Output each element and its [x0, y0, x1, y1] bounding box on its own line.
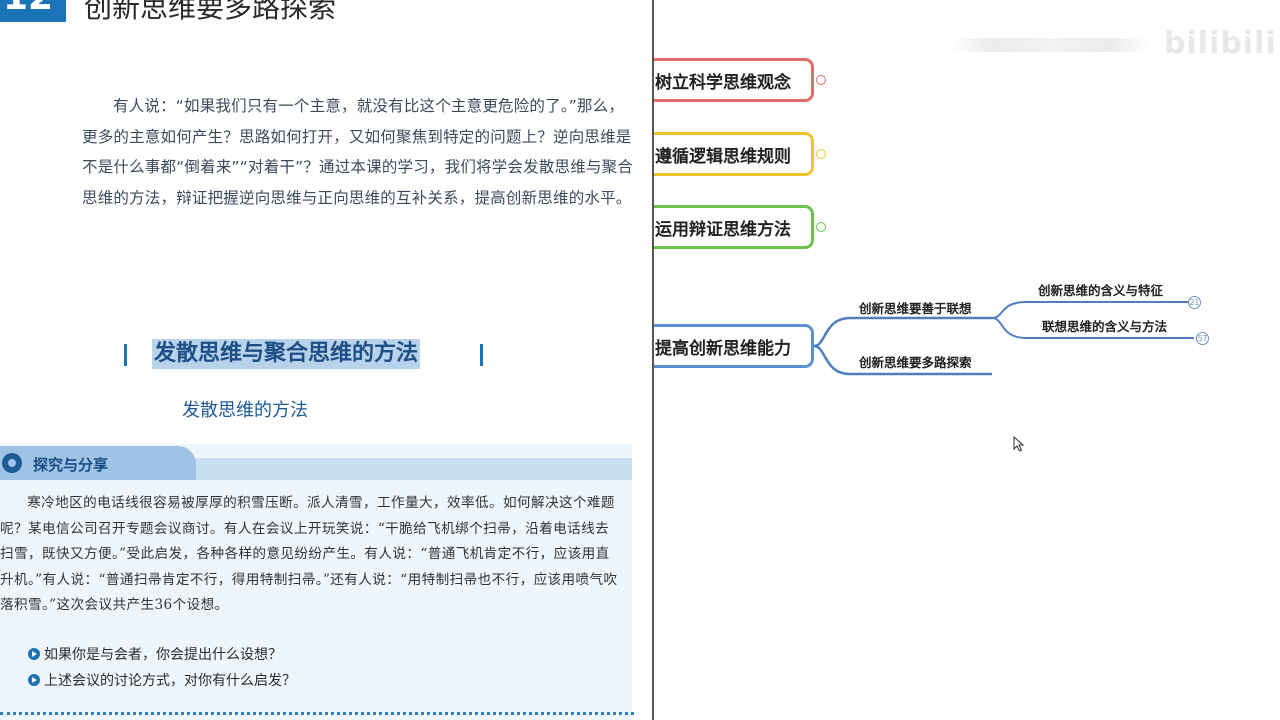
- section-bar-left: [124, 344, 127, 366]
- section-bar-right: [480, 344, 483, 366]
- lesson-number: 12: [3, 0, 53, 18]
- mindmap-canvas[interactable]: bilibili 树立科学思维观念 遵循逻辑思维规则 运用辩证思维方法 提高创新…: [654, 0, 1280, 720]
- child-count-badge[interactable]: 57: [1196, 332, 1209, 345]
- node-label: 运用辩证思维方法: [655, 219, 791, 240]
- box-body-text: 寒冷地区的电话线很容易被厚厚的积雪压断。派人清雪，工作量大，效率低。如何解决这个…: [0, 495, 618, 614]
- explore-icon: [2, 453, 22, 473]
- branch-node[interactable]: 创新思维要善于联想: [859, 298, 972, 317]
- question-text: 如果你是与会者，你会提出什么设想？: [44, 647, 282, 663]
- mindmap-node[interactable]: 运用辩证思维方法: [654, 205, 814, 249]
- node-label: 提高创新思维能力: [655, 338, 791, 359]
- box-title: 探究与分享: [33, 456, 109, 474]
- play-bullet-icon: [28, 648, 40, 660]
- mindmap-node[interactable]: 遵循逻辑思维规则: [654, 132, 814, 176]
- play-bullet-icon: [28, 674, 40, 686]
- mindmap-node[interactable]: 提高创新思维能力: [654, 324, 814, 368]
- mouse-cursor-icon: [1013, 436, 1025, 452]
- explore-share-box: 探究与分享 寒冷地区的电话线很容易被厚厚的积雪压断。派人清雪，工作量大，效率低。…: [0, 444, 632, 720]
- lesson-title: 创新思维要多路探索: [84, 0, 337, 24]
- box-bottom-divider: [0, 712, 634, 715]
- question-text: 上述会议的讨论方式，对你有什么启发？: [44, 673, 296, 689]
- node-label: 遵循逻辑思维规则: [655, 146, 791, 167]
- leaf-node[interactable]: 创新思维的含义与特征: [1038, 280, 1163, 299]
- intro-paragraph: 有人说：“如果我们只有一个主意，就没有比这个主意更危险的了。”那么，更多的主意如…: [82, 97, 634, 207]
- question-item: 如果你是与会者，你会提出什么设想？: [28, 644, 282, 664]
- section-heading-text[interactable]: 发散思维与聚合思维的方法: [152, 339, 421, 369]
- collapse-toggle-icon[interactable]: [816, 149, 826, 159]
- connector-branch-1: [813, 316, 992, 348]
- node-label: 树立科学思维观念: [655, 72, 791, 93]
- textbook-page: 12 创新思维要多路探索 有人说：“如果我们只有一个主意，就没有比这个主意更危险…: [0, 0, 652, 720]
- branch-node[interactable]: 创新思维要多路探索: [859, 352, 972, 371]
- mindmap-node[interactable]: 树立科学思维观念: [654, 58, 814, 102]
- section-heading: 发散思维与聚合思维的方法: [124, 339, 494, 371]
- box-header-tab: 探究与分享: [0, 446, 196, 480]
- leaf-node[interactable]: 联想思维的含义与方法: [1042, 316, 1167, 335]
- subheading: 发散思维的方法: [182, 400, 308, 421]
- collapse-toggle-icon[interactable]: [816, 75, 826, 85]
- question-item: 上述会议的讨论方式，对你有什么启发？: [28, 670, 296, 690]
- collapse-toggle-icon[interactable]: [816, 222, 826, 232]
- child-count-badge[interactable]: 21: [1188, 296, 1201, 309]
- lesson-number-badge: 12: [0, 0, 66, 22]
